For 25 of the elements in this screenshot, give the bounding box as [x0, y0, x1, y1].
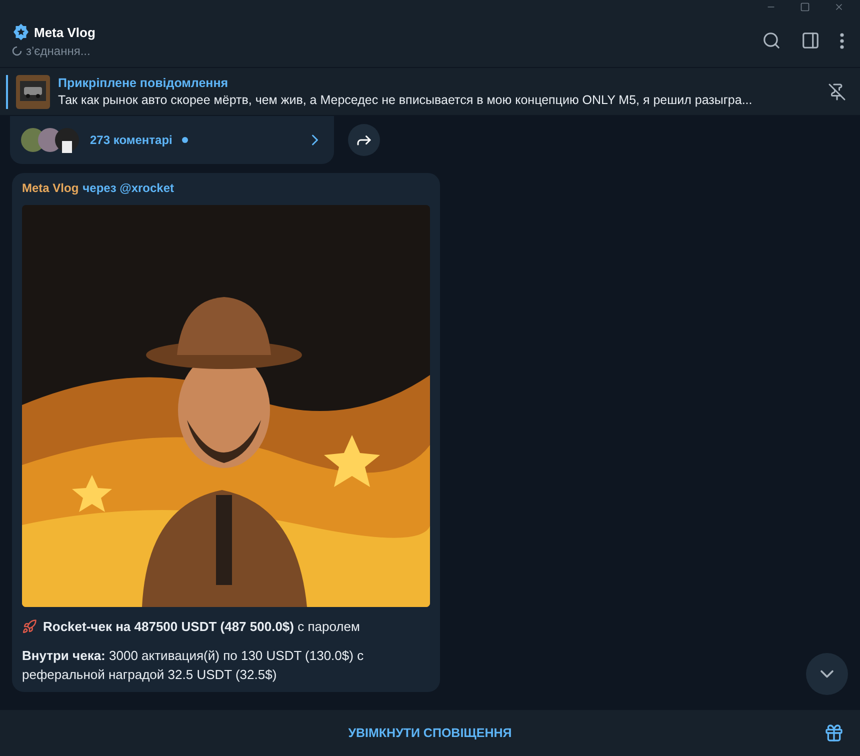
verified-badge-icon: [12, 23, 30, 41]
pinned-thumbnail: [16, 74, 50, 108]
enable-notifications-button[interactable]: УВІМКНУТИ СПОВІЩЕННЯ: [342, 725, 518, 741]
search-icon: [762, 31, 781, 50]
close-icon[interactable]: [834, 2, 844, 12]
comments-count: 273 коментарі: [90, 133, 172, 147]
comments-bar[interactable]: 273 коментарі: [10, 116, 334, 164]
maximize-icon[interactable]: [800, 2, 810, 12]
rocket-icon: [22, 619, 37, 634]
chat-title: Meta Vlog: [34, 24, 96, 40]
connection-status: з’єднання...: [12, 44, 746, 58]
pinned-message-text[interactable]: Так как рынок авто скорее мёртв, чем жив, а Мерседес не вписывается в мою концепцию ONLY M5, я решил разыгра...: [58, 93, 752, 107]
scroll-down-button[interactable]: [806, 653, 848, 695]
spinner-icon: [12, 46, 22, 56]
menu-icon: [840, 32, 844, 48]
message-paragraph: Внутри чека: 3000 активация(й) по 130 USDT (130.0$) с реферальной наградой 32.5 USDT (32.5$): [22, 647, 365, 684]
message-paragraph: Rocket-чек на 487500 USDT (487 500.0$) с паролем: [43, 618, 360, 636]
gift-icon: [824, 723, 844, 743]
pinned-label: Прикріплене повідомлення: [58, 76, 230, 90]
message-author[interactable]: Meta Vlog: [22, 181, 79, 195]
side-panel-icon: [801, 31, 820, 50]
share-button[interactable]: [348, 124, 380, 156]
commenter-avatars: [20, 127, 80, 153]
unpin-icon: [828, 82, 846, 100]
via-bot-link[interactable]: через @xrocket: [82, 181, 174, 195]
